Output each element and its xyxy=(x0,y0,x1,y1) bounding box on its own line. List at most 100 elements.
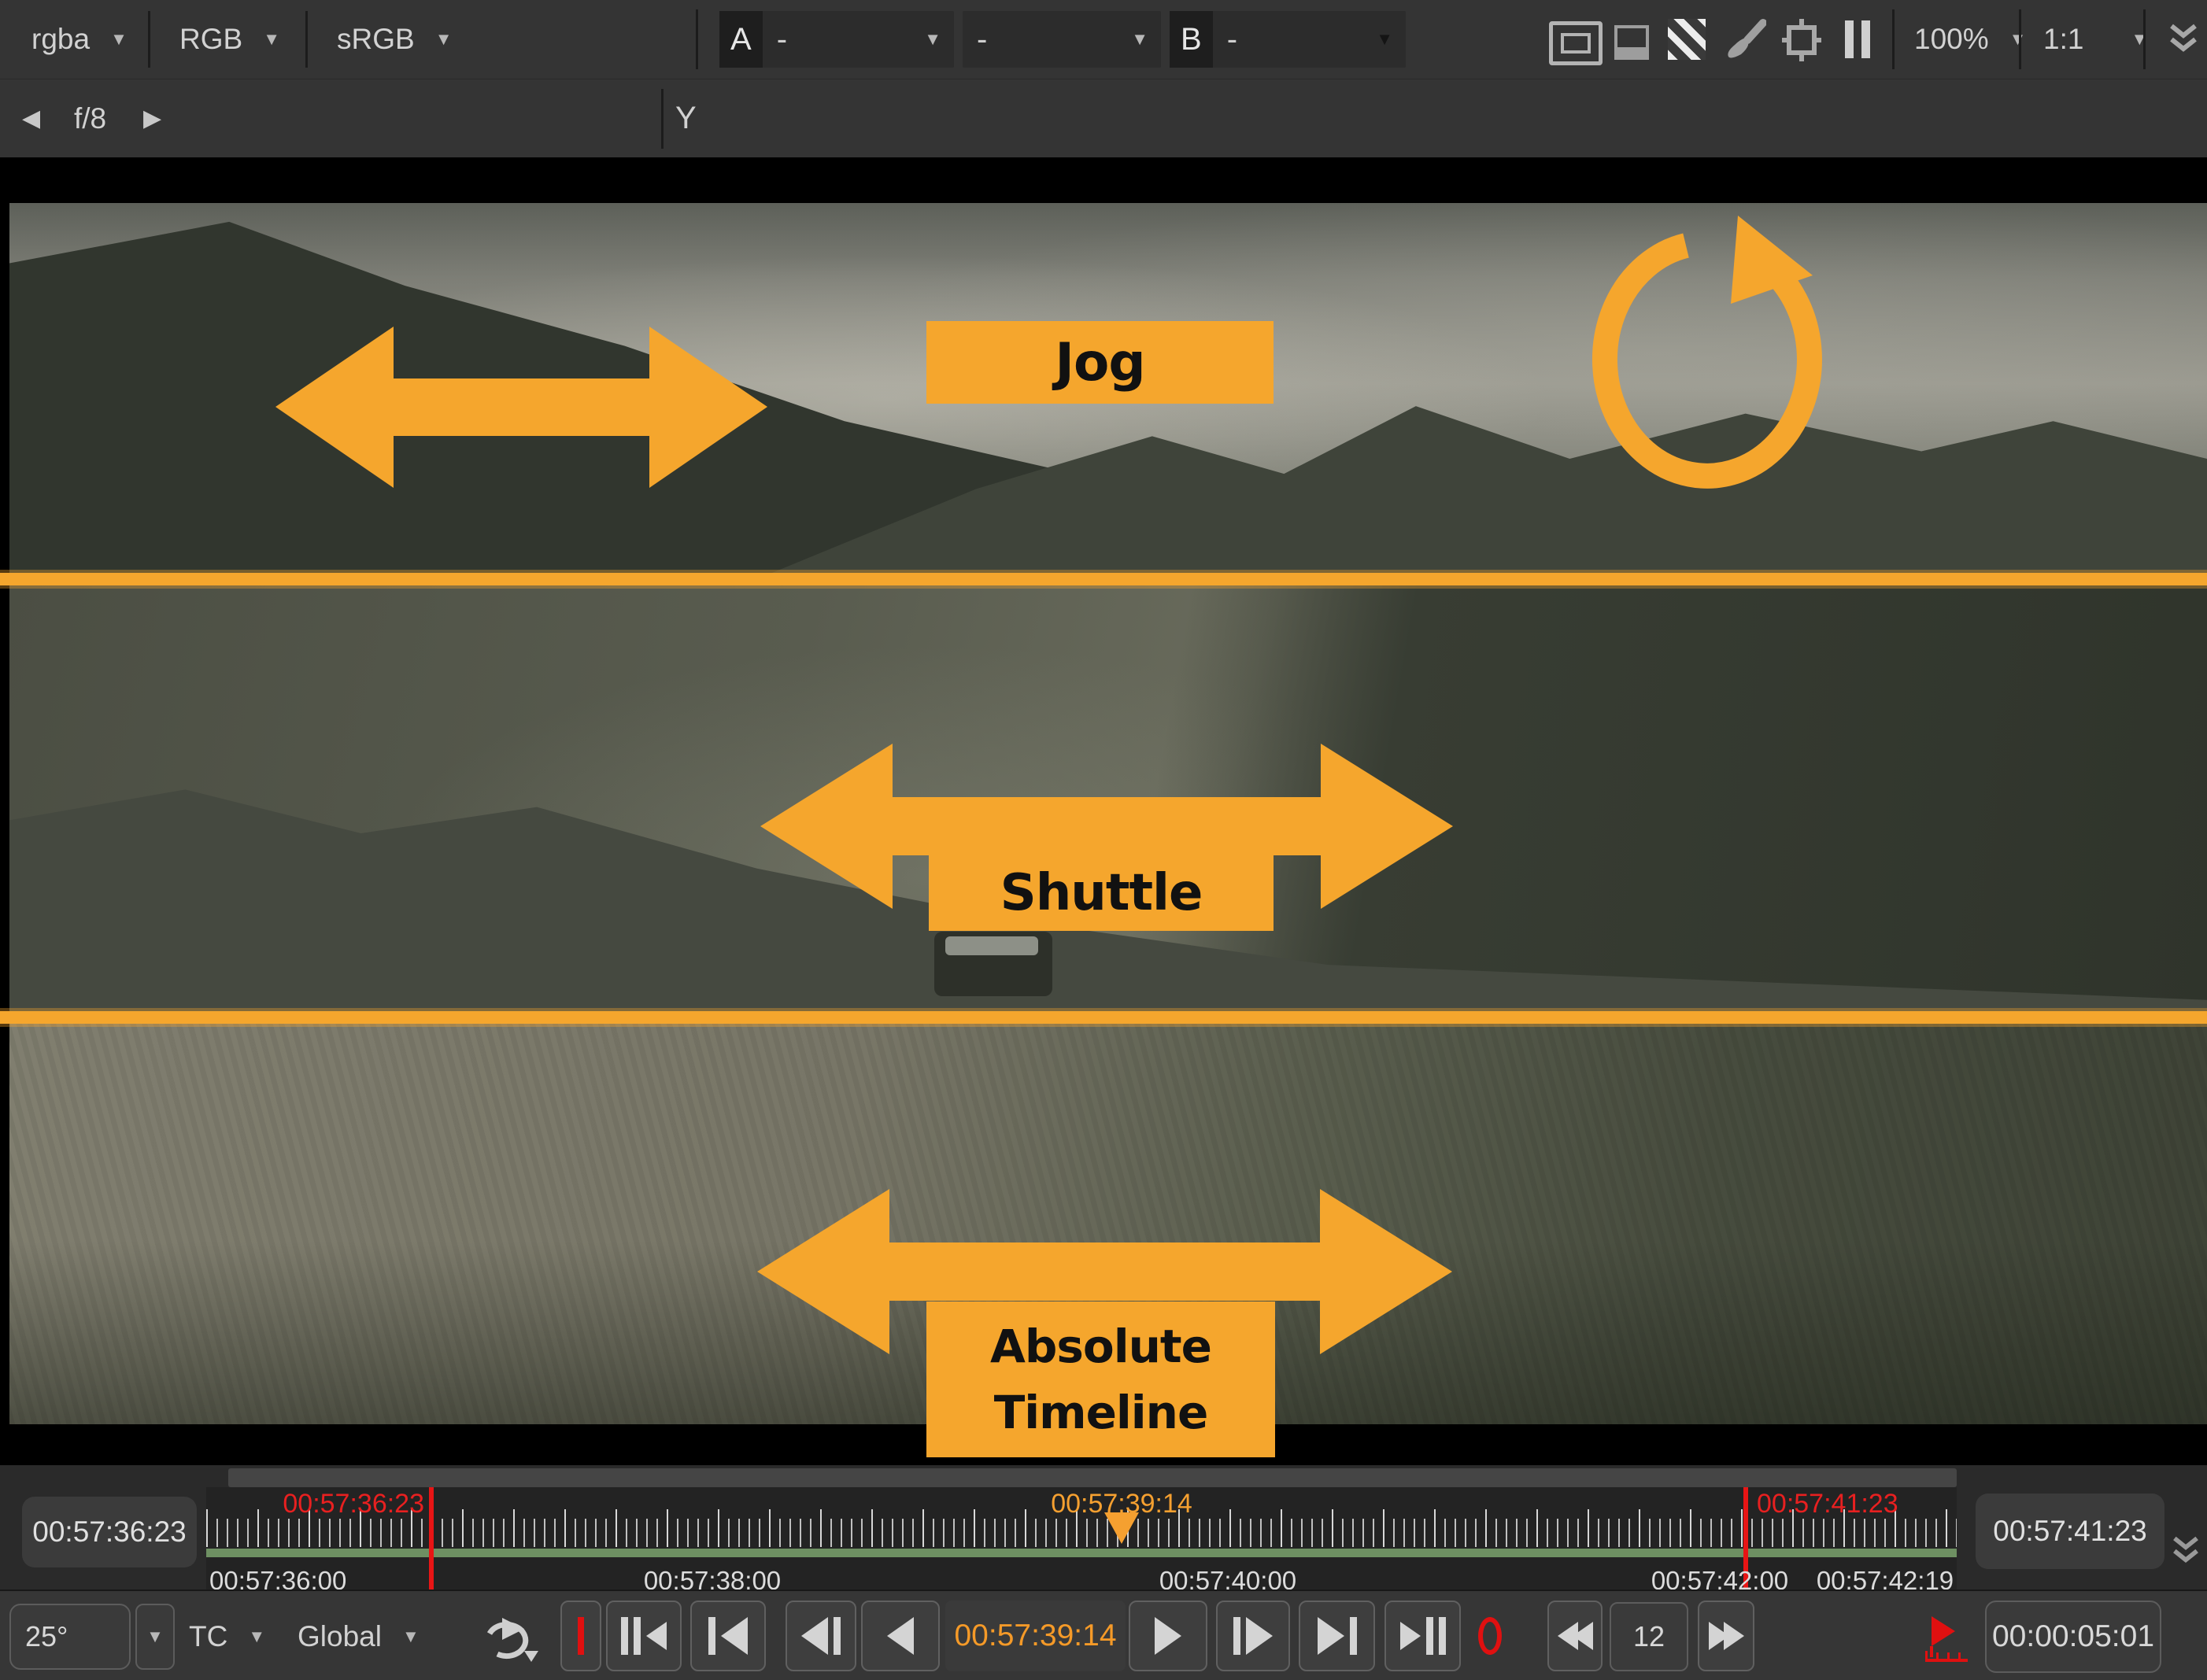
viewer-process-dropdown[interactable]: sRGB ▼ xyxy=(337,0,452,79)
wipe-mode-selector[interactable]: - ▼ xyxy=(963,11,1161,68)
skip-start-icon xyxy=(646,1622,667,1650)
frame-increment-input[interactable]: 12 xyxy=(1610,1602,1688,1671)
shuttle-label: Shuttle xyxy=(929,855,1274,931)
chevron-down-icon: ▼ xyxy=(1131,29,1148,50)
paintbrush-icon xyxy=(1724,17,1766,61)
jump-forward-button[interactable] xyxy=(1698,1601,1754,1671)
fps-dropdown-button[interactable]: ▼ xyxy=(135,1604,175,1670)
separator xyxy=(2143,9,2146,69)
exposure-toolbar: ◀ f/8 ▶ 1 0.015625 0.1 1 10 64 Y 1 xyxy=(0,79,2207,157)
chevron-down-icon: ▼ xyxy=(435,29,453,50)
gamma-label: Y xyxy=(675,79,697,157)
next-increment-button[interactable] xyxy=(1299,1601,1375,1671)
go-to-start-button[interactable] xyxy=(606,1601,682,1671)
viewer-toolbar: rgba ▼ RGB ▼ sRGB ▼ A - ▼ - ▼ B - ▼ xyxy=(0,0,2207,79)
viewer-window: rgba ▼ RGB ▼ sRGB ▼ A - ▼ - ▼ B - ▼ xyxy=(0,0,2207,1680)
roi-button[interactable] xyxy=(1668,19,1706,60)
format-gate-icon xyxy=(1782,19,1821,61)
frame-range-dropdown[interactable]: Global ▼ xyxy=(298,1591,420,1680)
display-mode-dropdown[interactable]: RGB ▼ xyxy=(179,0,280,79)
chevron-down-icon: ▼ xyxy=(263,29,280,50)
double-chevron-down-icon xyxy=(2169,24,2198,55)
display-mode-value: RGB xyxy=(179,23,242,56)
timeline-ruler[interactable]: 00:57:36:23 00:57:39:14 00:57:41:23 00:5… xyxy=(206,1487,1957,1590)
pixel-aspect-value: 1:1 xyxy=(2043,23,2083,56)
loop-icon xyxy=(479,1616,540,1663)
chevron-down-icon: ▼ xyxy=(2009,29,2027,50)
stripes-icon xyxy=(1668,19,1706,60)
viewer-canvas[interactable]: Jog Shuttle Absolute Timeline xyxy=(0,157,2207,1465)
step-back-button[interactable] xyxy=(786,1601,856,1671)
pixel-aspect-dropdown[interactable]: 1:1 ▼ xyxy=(2043,0,2138,79)
skip-end-icon xyxy=(1400,1622,1421,1650)
chevron-down-icon: ▼ xyxy=(1376,29,1393,50)
step-back-icon xyxy=(801,1617,828,1655)
fps-field[interactable]: 25° xyxy=(9,1604,131,1670)
jog-arrow xyxy=(275,327,767,488)
out-point-icon xyxy=(1478,1617,1502,1655)
input-b-selector[interactable]: B - ▼ xyxy=(1170,11,1406,68)
step-forward-icon xyxy=(1246,1617,1273,1655)
double-chevron-down-icon xyxy=(2172,1536,2199,1566)
monitor-icon xyxy=(1549,21,1603,65)
channels-dropdown[interactable]: rgba ▼ xyxy=(31,0,128,79)
out-timecode-box[interactable]: 00:57:41:23 xyxy=(1976,1494,2164,1569)
separator xyxy=(696,9,698,69)
duration-timecode-display[interactable]: 00:00:05:01 xyxy=(1985,1601,2161,1673)
collapse-timeline-button[interactable] xyxy=(2172,1536,2199,1566)
transport-bar: 25° ▼ TC ▼ Global ▼ xyxy=(0,1590,2207,1680)
out-point-button[interactable] xyxy=(1469,1601,1510,1671)
play-backward-button[interactable] xyxy=(861,1601,940,1671)
shuttle-timeline-divider-line xyxy=(0,1011,2207,1024)
cached-frames-bar xyxy=(206,1549,1957,1557)
paint-setup-button[interactable] xyxy=(1724,17,1766,61)
prev-icon xyxy=(721,1617,748,1655)
playback-mode-button[interactable] xyxy=(479,1616,540,1663)
separator xyxy=(148,11,150,68)
jump-back-button[interactable] xyxy=(1547,1601,1603,1671)
proxy-toggle-button[interactable] xyxy=(1614,25,1649,60)
gate-display-button[interactable] xyxy=(1782,19,1821,61)
input-a-value: - xyxy=(763,22,904,57)
playhead-position-indicator xyxy=(1924,1615,1969,1665)
monitor-output-button[interactable] xyxy=(1549,21,1603,65)
playhead-triangle[interactable] xyxy=(1104,1512,1139,1544)
input-a-label: A xyxy=(719,11,763,68)
current-timecode-display[interactable]: 00:57:39:14 xyxy=(945,1601,1126,1671)
car-silhouette xyxy=(934,932,1052,996)
collapse-toolbar-button[interactable] xyxy=(2169,24,2198,55)
fstop-up-button[interactable]: ▶ xyxy=(143,79,161,157)
pause-updates-button[interactable] xyxy=(1845,20,1870,58)
timeline-scrollbar[interactable] xyxy=(228,1468,1957,1487)
chevron-down-icon: ▼ xyxy=(146,1626,164,1647)
chevron-down-icon: ▼ xyxy=(924,29,941,50)
jog-label: Jog xyxy=(926,321,1274,404)
in-timecode-box[interactable]: 00:57:36:23 xyxy=(22,1497,197,1567)
fast-backward-icon xyxy=(1573,1622,1593,1650)
in-point-button[interactable] xyxy=(560,1601,601,1671)
absolute-timeline-label: Absolute Timeline xyxy=(926,1302,1275,1457)
step-forward-button[interactable] xyxy=(1216,1601,1290,1671)
fstop-down-button[interactable]: ◀ xyxy=(22,79,40,157)
letterbox-top xyxy=(0,157,2207,203)
proxy-icon xyxy=(1614,25,1649,60)
separator xyxy=(305,11,308,68)
input-b-label: B xyxy=(1170,11,1213,68)
previous-increment-button[interactable] xyxy=(690,1601,766,1671)
separator xyxy=(661,89,664,149)
chevron-down-icon: ▼ xyxy=(402,1626,420,1647)
input-a-selector[interactable]: A - ▼ xyxy=(719,11,954,68)
viewer-process-value: sRGB xyxy=(337,23,415,56)
wipe-mode-value: - xyxy=(963,22,1111,57)
go-to-end-button[interactable] xyxy=(1384,1601,1461,1671)
chevron-down-icon: ▼ xyxy=(248,1626,265,1647)
red-playhead-ruler-icon xyxy=(1924,1615,1969,1665)
play-icon xyxy=(1155,1617,1181,1655)
chevron-down-icon: ▼ xyxy=(110,29,128,50)
zoom-dropdown[interactable]: 100% ▼ xyxy=(1914,0,2026,79)
out-marker-label: 00:57:41:23 xyxy=(1757,1489,1898,1519)
play-forward-button[interactable] xyxy=(1129,1601,1207,1671)
timecode-mode-dropdown[interactable]: TC ▼ xyxy=(189,1591,265,1680)
timeline-panel: 00:57:36:23 00:57:36:23 00:57:39:14 00:5… xyxy=(0,1465,2207,1590)
jog-shuttle-divider-line xyxy=(0,573,2207,585)
